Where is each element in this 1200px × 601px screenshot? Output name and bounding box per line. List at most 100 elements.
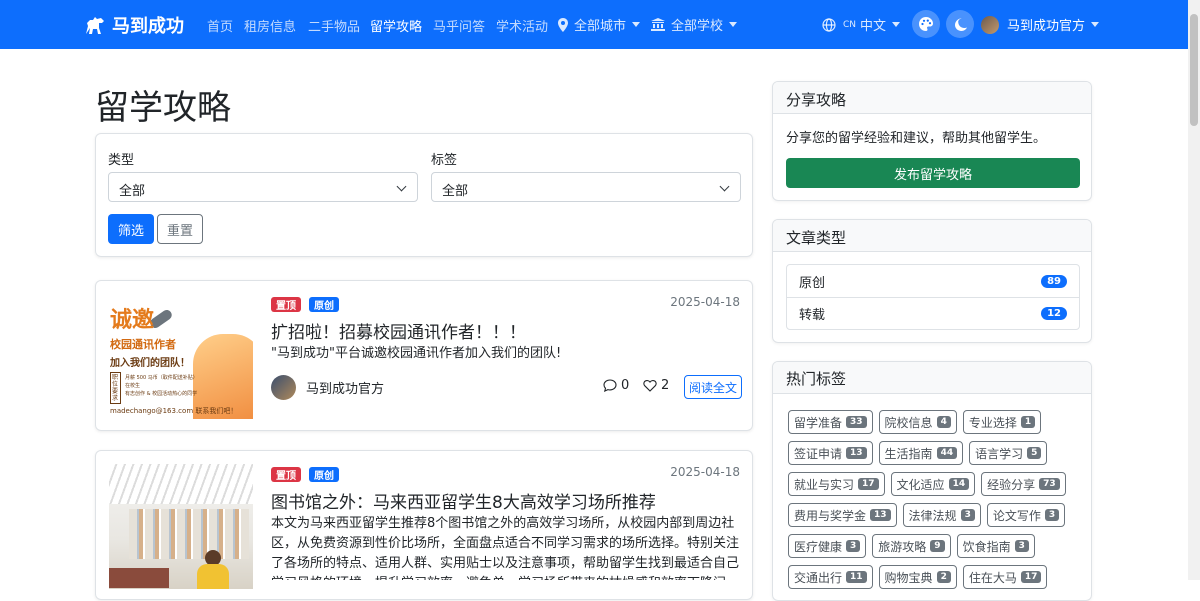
image-subline: 校园通讯作者	[110, 338, 176, 351]
nav-rental[interactable]: 租房信息	[244, 16, 296, 35]
post-title[interactable]: 扩招啦！招募校园通讯作者！！！	[271, 318, 526, 343]
tag-count: 14	[948, 478, 970, 490]
nav-secondhand[interactable]: 二手物品	[308, 16, 360, 35]
tag-label: 购物宝典	[884, 570, 933, 585]
post-thumbnail[interactable]: 诚邀 校园通讯作者 加入我们的团队！ 职位要求 月薪 500 马币（取件配送补贴…	[109, 294, 253, 419]
tag-count: 9	[930, 540, 945, 552]
hot-tags-card: 热门标签 留学准备 33 院校信息 4 专业选择 1 签证申请 13 生活指南 44 语言学习 5 就业…	[772, 361, 1092, 601]
post-excerpt: "马到成功"平台诚邀校园通讯作者加入我们的团队!	[271, 346, 562, 361]
chevron-down-icon	[1091, 22, 1100, 27]
article-type-title: 文章类型	[773, 220, 1091, 252]
person-body	[197, 564, 229, 589]
tag-count: 17	[858, 478, 879, 490]
tag-chip[interactable]: 就业与实习 17	[788, 472, 885, 496]
share-card-text: 分享您的留学经验和建议，帮助其他留学生。	[786, 131, 1047, 146]
language-dropdown[interactable]: CN 中文	[822, 15, 901, 34]
nav-qa[interactable]: 马乎问答	[433, 16, 485, 35]
nav-home[interactable]: 首页	[207, 16, 233, 35]
like-count[interactable]: 2	[643, 378, 669, 393]
tag-chip[interactable]: 院校信息 4	[878, 410, 957, 434]
count-badge: 12	[1041, 307, 1067, 320]
tag-chip[interactable]: 经验分享 73	[981, 472, 1066, 496]
count-badge: 89	[1041, 274, 1067, 288]
tag-count: 17	[1020, 571, 1042, 583]
location-pin-icon	[558, 17, 568, 32]
top-navbar: 马到成功 首页 租房信息 二手物品 留学攻略 马乎问答 学术活动 全部城市 全部…	[0, 0, 1188, 49]
moon-icon	[954, 17, 967, 31]
filter-submit-button[interactable]: 筛选	[108, 214, 154, 244]
tag-label: 签证申请	[794, 446, 843, 461]
dark-mode-button[interactable]	[946, 10, 974, 38]
tag-chip[interactable]: 论文写作 3	[986, 503, 1066, 527]
hot-tags-title: 热门标签	[773, 362, 1091, 394]
school-icon	[651, 18, 665, 31]
post-excerpt: 本文为马来西亚留学生推荐8个图书馆之外的高效学习场所，从校园内部到周边社区，从免…	[271, 516, 740, 580]
tag-chip[interactable]: 专业选择 1	[962, 410, 1042, 434]
tag-chip[interactable]: 旅游攻略 9	[872, 534, 951, 558]
school-dropdown[interactable]: 全部学校	[651, 15, 738, 34]
tag-chip[interactable]: 饮食指南 3	[956, 534, 1035, 558]
share-card-title: 分享攻略	[773, 82, 1091, 114]
tag-filter-label: 标签	[431, 153, 458, 168]
tag-chip[interactable]: 住在大马 17	[962, 565, 1048, 589]
horse-icon	[86, 17, 104, 34]
tag-chip[interactable]: 医疗健康 3	[788, 534, 867, 558]
tag-label: 住在大马	[968, 570, 1017, 585]
page-scrollbar[interactable]	[1188, 0, 1200, 580]
tag-chip[interactable]: 语言学习 5	[969, 441, 1048, 465]
brand-logo[interactable]: 马到成功	[84, 12, 184, 38]
tag-count: 13	[846, 447, 867, 459]
post-thumbnail[interactable]	[109, 464, 253, 589]
post-date: 2025-04-18	[670, 465, 740, 479]
list-item[interactable]: 原创 89	[787, 265, 1079, 297]
publish-guide-button[interactable]: 发布留学攻略	[786, 158, 1080, 188]
tag-label: 医疗健康	[794, 539, 843, 554]
scrollbar-thumb[interactable]	[1190, 14, 1198, 126]
avatar	[981, 15, 999, 34]
tag-list: 留学准备 33 院校信息 4 专业选择 1 签证申请 13 生活指南 44 语言学习 5 就业与实习 17…	[788, 410, 1088, 589]
nav-academic[interactable]: 学术活动	[496, 16, 548, 35]
badge-pinned: 置顶	[271, 297, 301, 312]
post-author[interactable]: 马到成功官方	[271, 375, 384, 400]
comment-count: 0	[603, 378, 629, 393]
badge-original: 原创	[309, 297, 339, 312]
theme-palette-button[interactable]	[912, 10, 940, 38]
type-label: 转载	[799, 308, 826, 323]
tag-chip[interactable]: 签证申请 13	[788, 441, 873, 465]
tag-label: 法律法规	[908, 508, 957, 523]
image-headline: 诚邀	[110, 308, 155, 333]
tag-chip[interactable]: 法律法规 3	[902, 503, 981, 527]
city-dropdown[interactable]: 全部城市	[558, 15, 641, 34]
tag-chip[interactable]: 费用与奖学金 13	[788, 503, 897, 527]
read-more-button[interactable]: 阅读全文	[684, 375, 742, 399]
school-label: 全部学校	[671, 19, 724, 34]
type-select-value: 全部	[119, 184, 146, 199]
city-label: 全部城市	[574, 19, 627, 34]
post-title[interactable]: 图书馆之外：马来西亚留学生8大高效学习场所推荐	[271, 488, 656, 513]
tag-label: 就业与实习	[794, 477, 855, 492]
type-select[interactable]: 全部	[108, 172, 418, 202]
tag-chip[interactable]: 购物宝典 2	[878, 565, 957, 589]
nav-study-guide[interactable]: 留学攻略	[370, 16, 422, 35]
chevron-down-icon	[719, 181, 730, 192]
tag-chip[interactable]: 文化适应 14	[890, 472, 976, 496]
like-count-value: 2	[661, 378, 670, 393]
tag-count: 33	[846, 416, 867, 428]
tag-chip[interactable]: 交通出行 11	[788, 565, 873, 589]
user-menu[interactable]: 马到成功官方	[981, 15, 1100, 34]
page-title: 留学攻略	[95, 88, 231, 128]
tag-count: 13	[870, 509, 891, 521]
tag-select[interactable]: 全部	[431, 172, 741, 202]
tag-count: 3	[960, 509, 975, 521]
image-small-3: 有志创作 & 校园活动热心的同学	[125, 391, 198, 397]
filter-reset-button[interactable]: 重置	[157, 214, 203, 244]
brand-name: 马到成功	[112, 16, 184, 37]
tag-count: 11	[846, 571, 867, 583]
image-email: madechango@163.com 联系我们吧！	[110, 407, 238, 415]
tag-chip[interactable]: 留学准备 33	[788, 410, 873, 434]
list-item[interactable]: 转载 12	[787, 297, 1079, 329]
language-code: CN	[843, 19, 857, 30]
chevron-down-icon	[729, 22, 738, 27]
tag-label: 经验分享	[987, 477, 1036, 492]
tag-chip[interactable]: 生活指南 44	[878, 441, 964, 465]
